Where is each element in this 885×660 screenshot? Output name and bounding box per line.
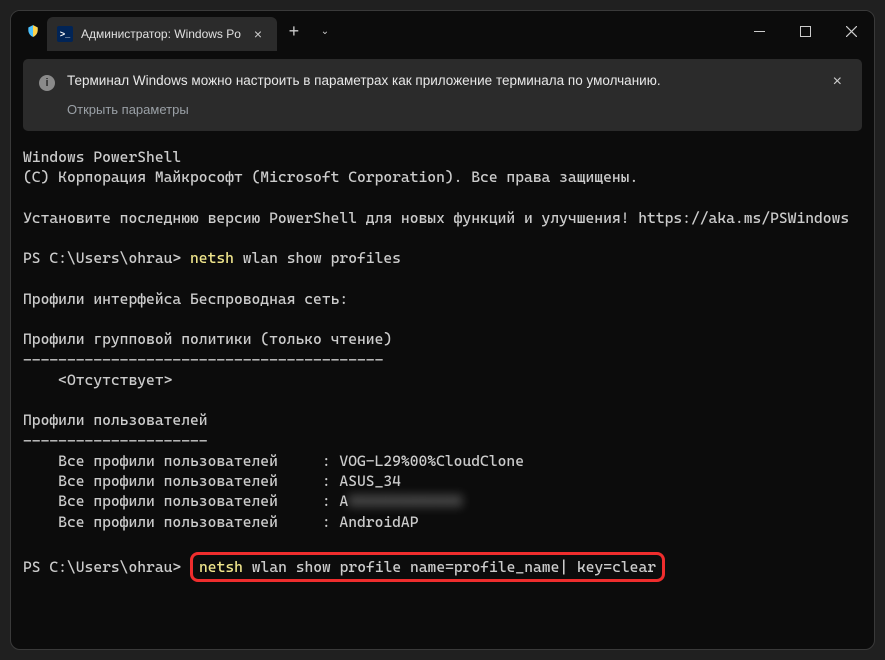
profile-value: A [339, 492, 348, 510]
prompt: PS C:\Users\ohrau> [23, 249, 190, 267]
command-highlight: netsh [199, 558, 243, 576]
section-header: Профили групповой политики (только чтени… [23, 330, 392, 348]
close-window-button[interactable] [828, 11, 874, 51]
terminal-line: (C) Корпорация Майкрософт (Microsoft Cor… [23, 168, 638, 186]
info-icon: i [39, 75, 55, 91]
profile-value: ASUS_34 [339, 472, 401, 490]
profile-label: Все профили пользователей : [23, 472, 339, 490]
info-bar: i Терминал Windows можно настроить в пар… [23, 59, 862, 131]
divider: ----------------------------------------… [23, 351, 383, 369]
prompt: PS C:\Users\ohrau> [23, 558, 190, 576]
terminal-line: <Отсутствует> [23, 371, 172, 389]
profile-value: VOG-L29%00%CloudClone [339, 452, 524, 470]
new-tab-button[interactable]: + [277, 21, 311, 42]
terminal-line: Установите последнюю версию PowerShell д… [23, 209, 849, 227]
terminal-line: Windows PowerShell [23, 148, 181, 166]
redacted-text: XXXXXXXXXXXXX [348, 492, 462, 510]
profile-label: Все профили пользователей : [23, 513, 339, 531]
open-settings-link[interactable]: Открыть параметры [67, 102, 817, 117]
profile-label: Все профили пользователей : [23, 452, 339, 470]
info-text: Терминал Windows можно настроить в парам… [67, 73, 817, 88]
section-header: Профили пользователей [23, 411, 208, 429]
minimize-button[interactable] [736, 11, 782, 51]
profile-value: AndroidAP [339, 513, 418, 531]
profile-label: Все профили пользователей : [23, 492, 339, 510]
window-controls [736, 11, 874, 51]
app-window: >_ Администратор: Windows Po × + ⌄ i Тер… [10, 10, 875, 650]
titlebar: >_ Администратор: Windows Po × + ⌄ [11, 11, 874, 51]
powershell-icon: >_ [57, 26, 73, 42]
divider: --------------------- [23, 432, 208, 450]
command-highlight: netsh [190, 249, 234, 267]
command-text: wlan show profile name=profile_name| key… [243, 558, 656, 576]
tab-close-button[interactable]: × [249, 26, 267, 42]
maximize-button[interactable] [782, 11, 828, 51]
info-content: Терминал Windows можно настроить в парам… [67, 73, 817, 117]
tab-title: Администратор: Windows Po [81, 27, 241, 41]
command-highlight-box: netsh wlan show profile name=profile_nam… [190, 552, 665, 582]
active-tab[interactable]: >_ Администратор: Windows Po × [47, 17, 277, 51]
shield-icon [25, 23, 41, 39]
command-text: wlan show profiles [234, 249, 401, 267]
terminal-output[interactable]: Windows PowerShell (C) Корпорация Майкро… [11, 139, 874, 649]
section-header: Профили интерфейса Беспроводная сеть: [23, 290, 348, 308]
tab-dropdown-button[interactable]: ⌄ [311, 26, 339, 37]
info-close-button[interactable]: × [829, 73, 846, 91]
